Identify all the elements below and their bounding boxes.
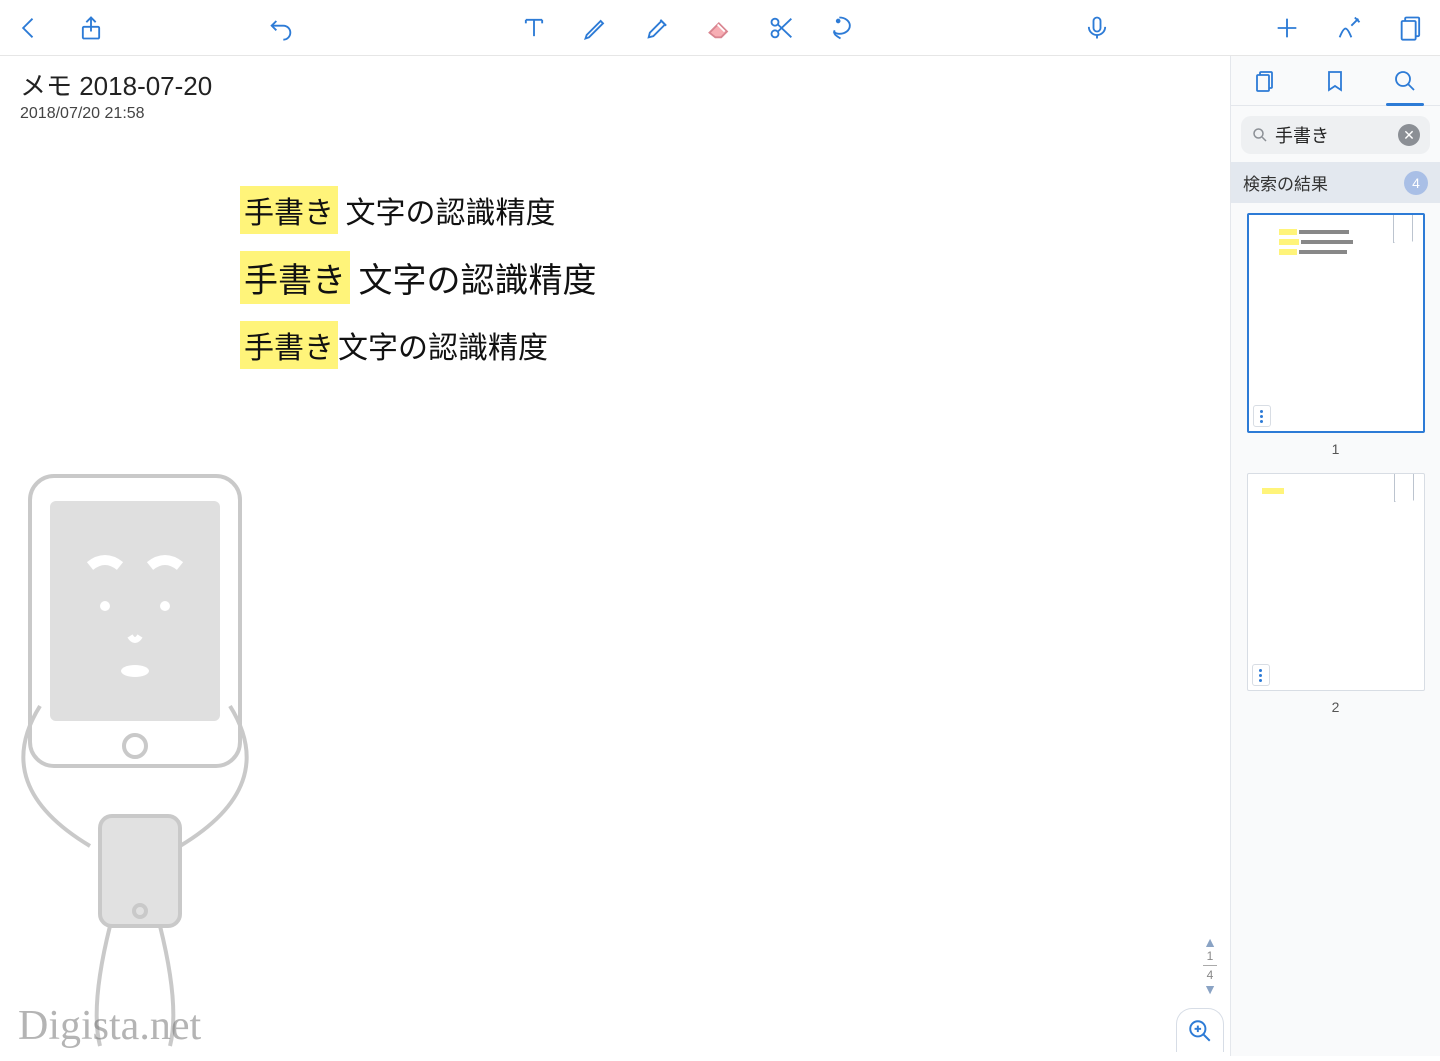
handwriting-line-2: 手書き 文字の認識精度 bbox=[240, 251, 597, 304]
scissors-tool-button[interactable] bbox=[765, 11, 799, 45]
thumbnail-number: 2 bbox=[1241, 699, 1430, 715]
settings-button[interactable] bbox=[1332, 11, 1366, 45]
mic-button[interactable] bbox=[1080, 11, 1114, 45]
search-query-text: 手書き bbox=[1275, 122, 1398, 148]
sidebar-panel: 手書き ✕ 検索の結果 4 1 bbox=[1230, 56, 1440, 1056]
handwriting-line-3: 手書き文字の認識精度 bbox=[240, 321, 548, 369]
text-tool-button[interactable] bbox=[517, 11, 551, 45]
thumbnails-tab[interactable] bbox=[1251, 66, 1281, 96]
undo-button[interactable] bbox=[264, 11, 298, 45]
note-canvas[interactable]: メモ 2018-07-20 2018/07/20 21:58 手書き 文字の認識… bbox=[0, 56, 1230, 1056]
thumbnail-list: 1 2 bbox=[1231, 203, 1440, 741]
lasso-tool-button[interactable] bbox=[827, 11, 861, 45]
highlighter-tool-button[interactable] bbox=[641, 11, 675, 45]
note-timestamp: 2018/07/20 21:58 bbox=[20, 105, 1210, 123]
note-header: メモ 2018-07-20 2018/07/20 21:58 bbox=[0, 56, 1230, 127]
results-count-badge: 4 bbox=[1404, 171, 1428, 195]
search-highlight: 手書き bbox=[240, 186, 338, 234]
page-options-button[interactable] bbox=[1252, 664, 1270, 686]
bookmark-ribbon-icon bbox=[1393, 215, 1413, 243]
pen-tool-button[interactable] bbox=[579, 11, 613, 45]
search-highlight: 手書き bbox=[240, 251, 350, 304]
search-highlight: 手書き bbox=[240, 321, 338, 369]
page-total: 4 bbox=[1196, 968, 1224, 982]
zoom-in-button[interactable] bbox=[1176, 1008, 1224, 1052]
top-toolbar bbox=[0, 0, 1440, 56]
page-options-button[interactable] bbox=[1253, 405, 1271, 427]
search-tab[interactable] bbox=[1390, 66, 1420, 96]
search-field[interactable]: 手書き ✕ bbox=[1241, 116, 1430, 154]
thumbnail-number: 1 bbox=[1241, 441, 1430, 457]
page-current: 1 bbox=[1196, 949, 1224, 963]
page-thumbnail-1[interactable] bbox=[1247, 213, 1425, 433]
page-up-button[interactable]: ▲ bbox=[1196, 935, 1224, 949]
results-label: 検索の結果 bbox=[1243, 170, 1328, 195]
clear-search-button[interactable]: ✕ bbox=[1398, 124, 1420, 146]
search-icon bbox=[1251, 126, 1269, 144]
watermark-text: Digista.net bbox=[18, 1002, 201, 1050]
bookmark-ribbon-icon bbox=[1394, 474, 1414, 502]
page-down-button[interactable]: ▼ bbox=[1196, 982, 1224, 996]
share-button[interactable] bbox=[74, 11, 108, 45]
page-thumbnail-2[interactable] bbox=[1247, 473, 1425, 691]
note-title: メモ 2018-07-20 bbox=[20, 66, 1210, 103]
page-navigator: ▲ 1 4 ▼ bbox=[1196, 935, 1224, 996]
search-results-header: 検索の結果 4 bbox=[1231, 162, 1440, 203]
sidebar-tabs bbox=[1231, 56, 1440, 106]
back-button[interactable] bbox=[12, 11, 46, 45]
bookmarks-tab[interactable] bbox=[1320, 66, 1350, 96]
add-button[interactable] bbox=[1270, 11, 1304, 45]
handwriting-line-1: 手書き 文字の認識精度 bbox=[240, 186, 556, 234]
pages-panel-button[interactable] bbox=[1394, 11, 1428, 45]
mascot-illustration bbox=[0, 456, 300, 1056]
eraser-tool-button[interactable] bbox=[703, 11, 737, 45]
